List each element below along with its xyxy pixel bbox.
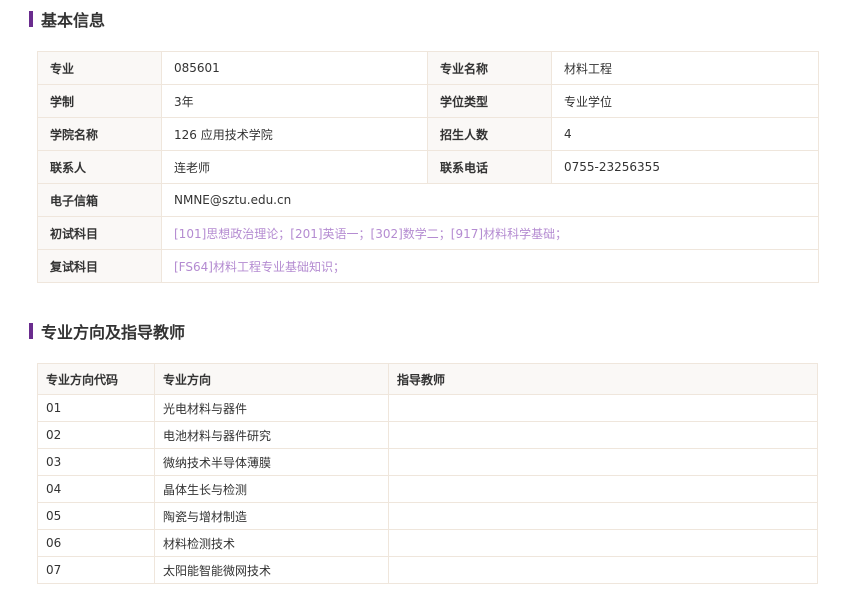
table-row: 专业 085601 专业名称 材料工程 — [37, 51, 819, 85]
info-label: 专业名称 — [427, 51, 552, 85]
section-accent-bar — [29, 11, 33, 27]
direction-teacher — [388, 448, 818, 476]
direction-name: 材料检测技术 — [154, 529, 389, 557]
table-row: 初试科目 [101]思想政治理论；[201]英语一；[302]数学二；[917]… — [37, 216, 819, 250]
table-row: 电子信箱 NMNE@sztu.edu.cn — [37, 183, 819, 217]
direction-name: 电池材料与器件研究 — [154, 421, 389, 449]
table-row: 联系人 连老师 联系电话 0755-23256355 — [37, 150, 819, 184]
direction-name: 陶瓷与增材制造 — [154, 502, 389, 530]
direction-code: 04 — [37, 475, 155, 503]
direction-teacher — [388, 556, 818, 584]
table-row: 06 材料检测技术 — [37, 529, 818, 557]
column-header-teacher: 指导教师 — [388, 363, 818, 395]
direction-teacher — [388, 394, 818, 422]
direction-name: 光电材料与器件 — [154, 394, 389, 422]
section-title-basic-info: 基本信息 — [29, 10, 106, 30]
info-label: 联系电话 — [427, 150, 552, 184]
section-title-text: 基本信息 — [41, 11, 106, 30]
direction-code: 03 — [37, 448, 155, 476]
column-header-direction: 专业方向 — [154, 363, 389, 395]
table-row: 复试科目 [FS64]材料工程专业基础知识； — [37, 249, 819, 283]
info-value: 连老师 — [161, 150, 428, 184]
basic-info-table: 专业 085601 专业名称 材料工程 学制 3年 学位类型 专业学位 学院名称… — [37, 51, 819, 283]
info-label: 专业 — [37, 51, 162, 85]
table-row: 05 陶瓷与增材制造 — [37, 502, 818, 530]
email-label: 电子信箱 — [37, 183, 162, 217]
section-title-directions: 专业方向及指导教师 — [29, 322, 186, 342]
table-row: 学制 3年 学位类型 专业学位 — [37, 84, 819, 118]
info-value: 4 — [551, 117, 819, 151]
direction-name: 晶体生长与检测 — [154, 475, 389, 503]
direction-teacher — [388, 529, 818, 557]
exam1-subjects-link[interactable]: [101]思想政治理论；[201]英语一；[302]数学二；[917]材料科学基… — [161, 216, 819, 250]
column-header-code: 专业方向代码 — [37, 363, 155, 395]
info-label: 学院名称 — [37, 117, 162, 151]
info-label: 联系人 — [37, 150, 162, 184]
direction-code: 05 — [37, 502, 155, 530]
exam2-subjects-link[interactable]: [FS64]材料工程专业基础知识； — [161, 249, 819, 283]
direction-name: 太阳能智能微网技术 — [154, 556, 389, 584]
direction-code: 06 — [37, 529, 155, 557]
info-value: 专业学位 — [551, 84, 819, 118]
table-row: 03 微纳技术半导体薄膜 — [37, 448, 818, 476]
info-value: 3年 — [161, 84, 428, 118]
email-value: NMNE@sztu.edu.cn — [161, 183, 819, 217]
info-value: 材料工程 — [551, 51, 819, 85]
table-header-row: 专业方向代码 专业方向 指导教师 — [37, 363, 818, 395]
table-row: 01 光电材料与器件 — [37, 394, 818, 422]
info-value: 085601 — [161, 51, 428, 85]
info-label: 招生人数 — [427, 117, 552, 151]
info-label: 学制 — [37, 84, 162, 118]
directions-table: 专业方向代码 专业方向 指导教师 01 光电材料与器件 02 电池材料与器件研究… — [37, 363, 818, 584]
table-row: 02 电池材料与器件研究 — [37, 421, 818, 449]
exam2-label: 复试科目 — [37, 249, 162, 283]
direction-name: 微纳技术半导体薄膜 — [154, 448, 389, 476]
table-row: 07 太阳能智能微网技术 — [37, 556, 818, 584]
section-accent-bar — [29, 323, 33, 339]
info-value: 126 应用技术学院 — [161, 117, 428, 151]
direction-code: 07 — [37, 556, 155, 584]
table-row: 学院名称 126 应用技术学院 招生人数 4 — [37, 117, 819, 151]
direction-code: 01 — [37, 394, 155, 422]
direction-teacher — [388, 475, 818, 503]
table-row: 04 晶体生长与检测 — [37, 475, 818, 503]
exam1-label: 初试科目 — [37, 216, 162, 250]
info-value: 0755-23256355 — [551, 150, 819, 184]
direction-teacher — [388, 502, 818, 530]
info-label: 学位类型 — [427, 84, 552, 118]
section-title-text: 专业方向及指导教师 — [41, 323, 186, 342]
direction-code: 02 — [37, 421, 155, 449]
direction-teacher — [388, 421, 818, 449]
